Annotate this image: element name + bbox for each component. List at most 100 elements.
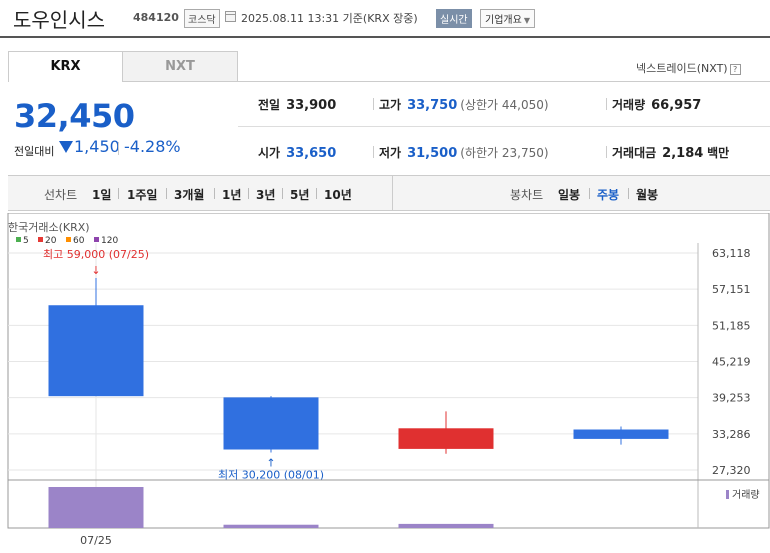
y-tick-label: 39,253 (712, 392, 751, 405)
stat-high-label: 고가 (379, 98, 402, 112)
help-icon[interactable]: ? (729, 63, 741, 75)
stat-high-value: 33,750 (407, 98, 458, 113)
period-1w[interactable]: 1주일 (127, 186, 157, 203)
stock-code: 484120 (133, 11, 179, 24)
stat-separator (373, 98, 374, 110)
volume-legend-swatch (726, 490, 729, 499)
period-bar-divider (392, 176, 393, 210)
tab-divider (238, 81, 770, 82)
chevron-down-icon: ▼ (523, 16, 530, 25)
y-tick-label: 63,118 (712, 247, 751, 260)
period-separator (214, 188, 215, 199)
candle-body (573, 429, 669, 439)
change-value: 1,450 (74, 137, 120, 156)
market-badge: 코스닥 (184, 9, 220, 28)
candle-body (398, 428, 494, 449)
period-3m[interactable]: 3개월 (174, 186, 204, 203)
stat-prev-value: 33,900 (286, 98, 337, 113)
stat-open: 시가 33,650 (258, 144, 336, 161)
down-arrow-icon (59, 141, 73, 153)
period-separator (118, 188, 119, 199)
change-percent: -4.28% (124, 137, 181, 156)
period-weekly[interactable]: 주봉 (597, 186, 619, 203)
nextrade-link[interactable]: 넥스트레이드(NXT)? (636, 60, 741, 76)
change-label: 전일대비 (14, 145, 55, 158)
period-separator (628, 188, 629, 199)
candle-chart-label: 봉차트 (510, 188, 544, 202)
tab-krx[interactable]: KRX (8, 51, 123, 82)
legend-swatch (66, 237, 71, 242)
stat-upper-label: (상한가 (460, 98, 499, 112)
candle-body (48, 305, 144, 397)
company-overview-label: 기업개요 (485, 15, 522, 26)
stat-prev-label: 전일 (258, 98, 281, 112)
company-overview-button[interactable]: 기업개요 ▼ (480, 9, 535, 28)
legend-swatch (38, 237, 43, 242)
stat-upper-value: 44,050) (501, 98, 549, 112)
price-chart[interactable]: 한국거래소(KRX) 5 20 60 120 63,118 57,151 51,185 45,2… (0, 213, 770, 553)
candlestick-chart[interactable]: 한국거래소(KRX) 5 20 60 120 63,118 57,151 51,185 45,2… (0, 213, 770, 553)
period-separator (316, 188, 317, 199)
period-10y[interactable]: 10년 (324, 186, 352, 203)
stat-amount: 거래대금 2,184 백만 (612, 144, 729, 161)
y-tick-label: 27,320 (712, 464, 751, 477)
calendar-icon (225, 11, 236, 22)
period-separator (248, 188, 249, 199)
legend-item: 60 (73, 236, 85, 246)
period-monthly[interactable]: 월봉 (636, 186, 658, 203)
stat-divider (238, 126, 770, 127)
stat-prev: 전일 33,900 (258, 96, 336, 113)
period-1d[interactable]: 1일 (92, 186, 111, 203)
stat-high: 고가 33,750 (상한가 44,050) (379, 96, 549, 113)
legend-item: 120 (101, 236, 118, 246)
volume-bar (48, 487, 144, 528)
stat-low: 저가 31,500 (하한가 23,750) (379, 144, 549, 161)
stat-amount-label: 거래대금 (612, 146, 657, 160)
tab-nxt[interactable]: NXT (122, 51, 238, 82)
legend-swatch (16, 237, 21, 242)
y-tick-label: 57,151 (712, 283, 751, 296)
y-tick-label: 33,286 (712, 428, 751, 441)
legend-item: 5 (23, 236, 29, 246)
legend-item: 20 (45, 236, 57, 246)
period-1y[interactable]: 1년 (222, 186, 241, 203)
stat-separator (606, 146, 607, 158)
period-daily[interactable]: 일봉 (558, 186, 580, 203)
y-tick-label: 45,219 (712, 356, 751, 369)
stat-low-value: 31,500 (407, 146, 458, 161)
stat-open-label: 시가 (258, 146, 281, 160)
change-separator (118, 142, 119, 155)
period-separator (282, 188, 283, 199)
stat-volume-value: 66,957 (651, 98, 702, 113)
stat-amount-unit: 백만 (707, 146, 730, 160)
stat-open-value: 33,650 (286, 146, 337, 161)
y-tick-label: 51,185 (712, 319, 751, 332)
period-separator (166, 188, 167, 199)
stat-low-label: 저가 (379, 146, 402, 160)
period-bar: 선차트 1일 1주일 3개월 1년 3년 5년 10년 봉차트 일봉 주봉 월봉 (8, 175, 770, 211)
nextrade-label: 넥스트레이드(NXT) (636, 62, 728, 75)
quote-datetime: 2025.08.11 13:31 기준(KRX 장중) (241, 12, 418, 25)
high-annotation: 최고 59,000 (07/25) (43, 248, 149, 261)
period-5y[interactable]: 5년 (290, 186, 309, 203)
volume-bar (223, 524, 319, 528)
volume-bar (398, 523, 494, 528)
stock-page: 도우인시스 484120 코스닥 2025.08.11 13:31 기준(KRX… (0, 0, 770, 553)
exchange-label: 한국거래소(KRX) (8, 221, 90, 234)
stock-header: 도우인시스 484120 코스닥 2025.08.11 13:31 기준(KRX… (0, 0, 770, 38)
volume-legend-label: 거래량 (732, 489, 760, 501)
stat-amount-value: 2,184 (662, 146, 704, 161)
current-price: 32,450 (14, 97, 135, 135)
candle-body (223, 397, 319, 450)
down-arrow-icon: ↓ (91, 264, 100, 277)
stat-volume-label: 거래량 (612, 98, 646, 112)
realtime-button[interactable]: 실시간 (436, 9, 472, 28)
x-tick-label: 07/25 (80, 534, 112, 547)
legend-swatch (94, 237, 99, 242)
period-3y[interactable]: 3년 (256, 186, 275, 203)
stat-separator (606, 98, 607, 110)
stat-volume: 거래량 66,957 (612, 96, 701, 113)
period-separator (589, 188, 590, 199)
stock-name: 도우인시스 (13, 8, 105, 32)
line-chart-label: 선차트 (44, 188, 78, 202)
